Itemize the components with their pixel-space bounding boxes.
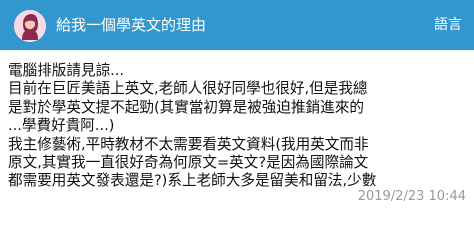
post-body-line: 原文,其實我一直很好奇為何原文=英文?是因為國際論文 [8, 154, 369, 172]
post-body: 電腦排版請見諒... 目前在巨匠美語上英文,老師人很好同學也很好,但是我總 是對… [8, 62, 468, 240]
female-avatar-icon[interactable] [14, 10, 46, 42]
language-button[interactable]: 語言 [434, 15, 462, 35]
post-body-line: 電腦排版請見諒... [8, 62, 125, 79]
post-body-line: 我主修藝術,平時教材不太需要看英文資料(我用英文而非 [8, 135, 369, 153]
post-body-line: 目前在巨匠美語上英文,老師人很好同學也很好,但是我總 [8, 80, 368, 98]
post-header: 給我一個學英文的理由 語言 [0, 0, 474, 50]
post-date: 2019/2/23 10:44 [349, 186, 466, 207]
post-body-line: ...學費好貴阿...) [8, 117, 115, 135]
post-card: 給我一個學英文的理由 語言 電腦排版請見諒... 目前在巨匠美語上英文,老師人很… [0, 0, 474, 244]
post-body-line: 是對於學英文提不起勁(其實當初算是被強迫推銷進來的 [8, 98, 364, 116]
post-title: 給我一個學英文的理由 [56, 16, 207, 34]
